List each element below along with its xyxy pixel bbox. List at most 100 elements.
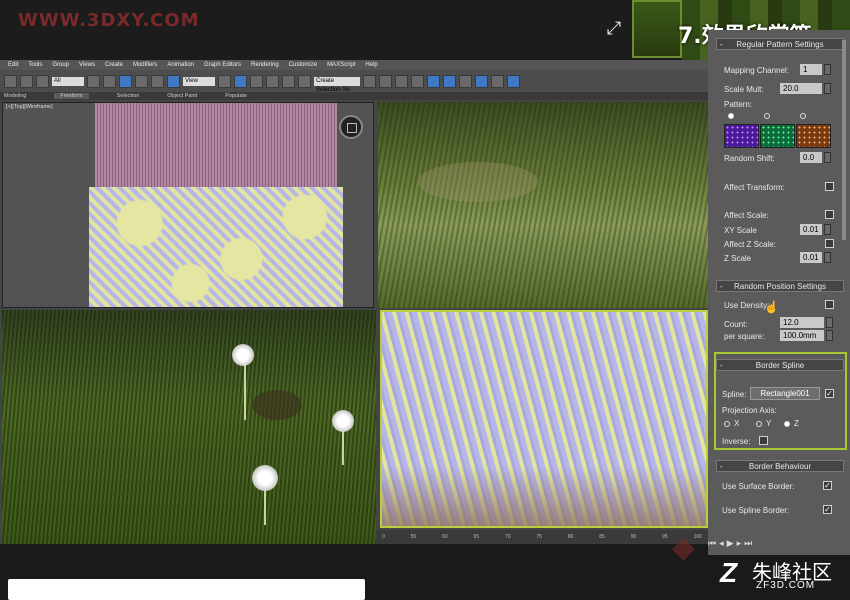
- xy-scale-spinner[interactable]: 0.01: [800, 224, 831, 235]
- graphite-icon[interactable]: [411, 74, 424, 88]
- expand-icon[interactable]: ⤢: [604, 18, 624, 38]
- timeline-ruler[interactable]: 0 55 60 65 70 75 80 85 90 95 100: [376, 530, 708, 544]
- menu-create[interactable]: Create: [105, 62, 123, 68]
- timeline-tick: 85: [599, 534, 605, 540]
- viewport-render-grass[interactable]: [378, 102, 708, 308]
- scale-mult-spinner[interactable]: 20.0: [780, 83, 831, 94]
- rollout-title: Random Position Settings: [733, 282, 827, 291]
- undo-icon[interactable]: [4, 74, 17, 88]
- random-shift-label: Random Shift:: [724, 154, 775, 163]
- count-label: Count:: [724, 320, 748, 329]
- viewport-perspective-scatter[interactable]: [380, 310, 708, 528]
- tab-populate[interactable]: Populate: [225, 93, 247, 99]
- viewport-label[interactable]: [+][Top][Wireframe]: [6, 104, 53, 110]
- spinner-snap-icon[interactable]: [282, 74, 295, 88]
- tab-freeform[interactable]: Freeform: [54, 93, 89, 99]
- menu-maxscript[interactable]: MAXScript: [327, 62, 355, 68]
- menu-help[interactable]: Help: [365, 62, 377, 68]
- z-scale-label: Z Scale: [724, 254, 752, 263]
- tab-modeling[interactable]: Modeling: [4, 93, 26, 99]
- go-to-end-icon[interactable]: ⏭: [744, 538, 752, 549]
- pattern-swatch-2[interactable]: [760, 124, 795, 148]
- mirror-icon[interactable]: [363, 74, 376, 88]
- menu-edit[interactable]: Edit: [8, 62, 18, 68]
- mapping-channel-spinner[interactable]: 1: [800, 64, 831, 75]
- rollout-regular-pattern[interactable]: - Regular Pattern Settings: [716, 38, 844, 50]
- menu-group[interactable]: Group: [52, 62, 69, 68]
- align-icon[interactable]: [379, 74, 392, 88]
- per-square-spinner[interactable]: 100.0mm: [780, 330, 833, 341]
- rendered-frame-icon[interactable]: [491, 74, 504, 88]
- schematic-view-icon[interactable]: [443, 74, 456, 88]
- next-frame-icon[interactable]: ▸: [737, 538, 742, 549]
- dandelion-stem: [264, 485, 266, 525]
- pattern-swatch-3[interactable]: [796, 124, 831, 148]
- scale-icon[interactable]: [167, 74, 180, 88]
- select-object-icon[interactable]: [87, 74, 100, 88]
- affect-scale-checkbox[interactable]: [825, 210, 834, 219]
- pivot-icon[interactable]: [218, 74, 231, 88]
- dandelion: [232, 344, 254, 366]
- rollout-border-behaviour[interactable]: - Border Behaviour: [716, 460, 844, 472]
- edit-named-selection-icon[interactable]: [298, 74, 311, 88]
- render-setup-icon[interactable]: [475, 74, 488, 88]
- animation-controls: ⏮ ◂ ▶ ▸ ⏭: [708, 536, 808, 550]
- percent-snap-icon[interactable]: [266, 74, 279, 88]
- pattern-radio-2[interactable]: [764, 113, 770, 119]
- grass-grid-object: [95, 103, 337, 195]
- pattern-radio-1[interactable]: [728, 113, 734, 119]
- count-spinner[interactable]: 12.0: [780, 317, 833, 328]
- select-region-icon[interactable]: [119, 74, 132, 88]
- material-editor-icon[interactable]: [459, 74, 472, 88]
- z-scale-spinner[interactable]: 0.01: [800, 252, 831, 263]
- prev-frame-icon[interactable]: ◂: [719, 538, 724, 549]
- affect-z-scale-label: Affect Z Scale:: [724, 240, 776, 249]
- named-selection-select[interactable]: Create Selection Se: [314, 76, 360, 93]
- menu-rendering[interactable]: Rendering: [251, 62, 279, 68]
- link-icon[interactable]: [36, 74, 49, 88]
- use-density-checkbox[interactable]: [825, 300, 834, 309]
- affect-transform-checkbox[interactable]: [825, 182, 834, 191]
- timeline-tick: 90: [630, 534, 637, 540]
- play-icon[interactable]: ▶: [727, 538, 734, 549]
- rotate-icon[interactable]: [151, 74, 164, 88]
- xy-scale-label: XY Scale: [724, 226, 757, 235]
- dandelion: [332, 410, 354, 432]
- angle-snap-icon[interactable]: [250, 74, 263, 88]
- tab-selection[interactable]: Selection: [117, 93, 140, 99]
- scale-mult-label: Scale Mult:: [724, 85, 764, 94]
- panel-scrollbar[interactable]: [842, 40, 846, 240]
- thumbnail-selected[interactable]: [632, 0, 682, 58]
- screenshot-frame: WWW.3DXY.COM ⤢ 7.效果欣赏篇 Edit Tools Group …: [0, 0, 850, 600]
- redo-icon[interactable]: [20, 74, 33, 88]
- pattern-swatch-1[interactable]: [724, 124, 759, 148]
- reference-coordinate-select[interactable]: View: [183, 76, 215, 86]
- viewcube-icon[interactable]: [339, 115, 363, 139]
- pattern-radio-3[interactable]: [800, 113, 806, 119]
- snap-icon[interactable]: [234, 74, 247, 88]
- menu-modifiers[interactable]: Modifiers: [133, 62, 157, 68]
- random-shift-spinner[interactable]: 0.0: [800, 152, 831, 163]
- menu-graph-editors[interactable]: Graph Editors: [204, 62, 241, 68]
- viewport-render-dandelions[interactable]: [2, 310, 376, 544]
- viewport-top-wireframe[interactable]: [+][Top][Wireframe]: [2, 102, 374, 308]
- curve-editor-icon[interactable]: [427, 74, 440, 88]
- menu-animation[interactable]: Animation: [167, 62, 194, 68]
- affect-z-scale-checkbox[interactable]: [825, 239, 834, 248]
- menu-customize[interactable]: Customize: [289, 62, 317, 68]
- rollout-random-position[interactable]: - Random Position Settings: [716, 280, 844, 292]
- render-icon[interactable]: [507, 74, 520, 88]
- layer-icon[interactable]: [395, 74, 408, 88]
- menu-views[interactable]: Views: [79, 62, 95, 68]
- menu-tools[interactable]: Tools: [28, 62, 42, 68]
- affect-transform-label: Affect Transform:: [724, 183, 785, 192]
- tab-object-paint[interactable]: Object Paint: [167, 93, 197, 99]
- select-by-name-icon[interactable]: [103, 74, 116, 88]
- timeline-tick: 55: [410, 534, 417, 540]
- border-spline-highlight: [714, 352, 847, 450]
- use-surface-border-checkbox[interactable]: ✓: [823, 481, 832, 490]
- use-spline-border-checkbox[interactable]: ✓: [823, 505, 832, 514]
- move-icon[interactable]: [135, 74, 148, 88]
- selection-filter-select[interactable]: All: [52, 76, 84, 86]
- timeline-tick: 65: [473, 534, 480, 540]
